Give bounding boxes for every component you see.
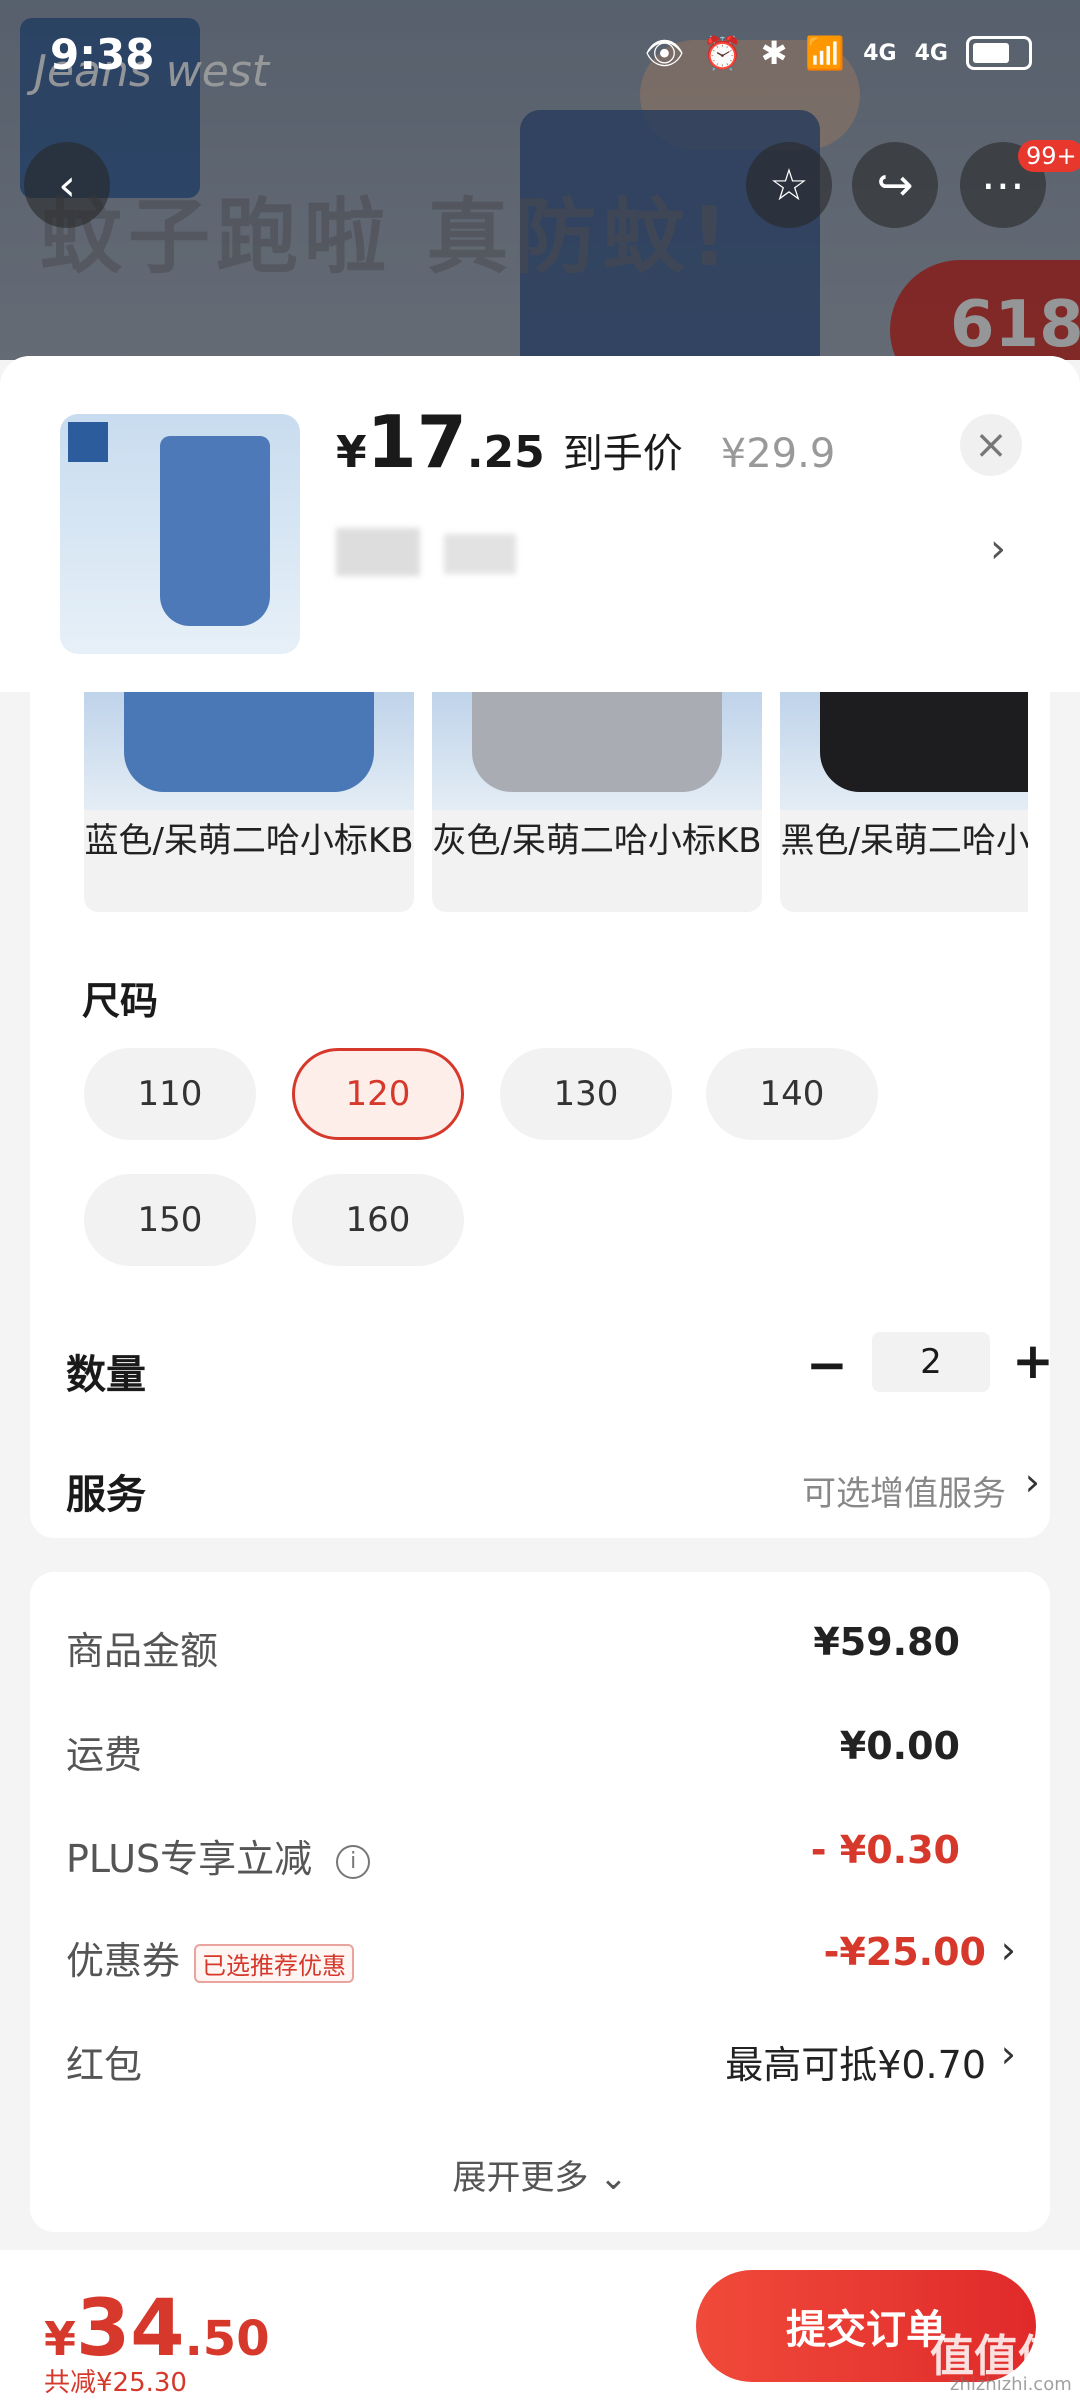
- color-swatch: [124, 692, 374, 792]
- more-icon: ⋯: [981, 159, 1025, 211]
- total-decimal: .50: [184, 2311, 270, 2367]
- service-row[interactable]: 服务 可选增值服务 ›: [66, 1452, 1046, 1522]
- selected-spec-blurred: [336, 528, 420, 576]
- goods-amount-label: 商品金额: [66, 1629, 219, 1673]
- chevron-down-icon: ⌄: [599, 2158, 628, 2198]
- color-option-image: [780, 692, 1028, 810]
- price-summary-card: 商品金额 ¥59.80 运费 ¥0.00 PLUS专享立减 i - ¥0.30 优…: [30, 1572, 1050, 2232]
- total-saved: 共减¥25.30: [44, 2368, 187, 2398]
- color-option-image: [432, 692, 762, 810]
- share-icon: ↪: [876, 159, 914, 211]
- coupon-row[interactable]: 优惠券 已选推荐优惠 -¥25.00 ›: [66, 1924, 1016, 1984]
- coupon-text: 优惠券: [66, 1939, 181, 1983]
- red-packet-value: 最高可抵¥0.70: [725, 2043, 986, 2087]
- status-bar: 9:38 👁 ⏰ ✱ 📶 4G 4G: [0, 0, 1080, 110]
- red-packet-label: 红包: [66, 2043, 143, 2087]
- star-icon: ☆: [769, 159, 809, 211]
- price-currency: ¥: [336, 427, 367, 478]
- more-badge: 99+: [1018, 140, 1080, 172]
- thumbnail-pants: [160, 436, 270, 626]
- alarm-icon: ⏰: [702, 34, 743, 72]
- price-line: ¥ 17 .25 到手价 ¥29.9: [336, 400, 835, 484]
- price-tag: 到手价: [562, 431, 683, 477]
- product-thumbnail[interactable]: [60, 414, 300, 654]
- status-time: 9:38: [50, 30, 155, 79]
- signal-4g-icon-2: 4G: [914, 40, 948, 66]
- info-icon[interactable]: i: [336, 1844, 371, 1879]
- thumbnail-logo: [68, 422, 108, 462]
- chevron-right-icon: ›: [1000, 1928, 1016, 1972]
- size-option-130[interactable]: 130: [500, 1048, 672, 1140]
- price-integer: 17: [366, 400, 467, 484]
- color-options[interactable]: 蓝色/呆萌二哈小标KB 灰色/呆萌二哈小标KB 黑色/呆萌二哈小标KB: [84, 692, 1028, 912]
- bluetooth-icon: ✱: [760, 34, 788, 72]
- price-decimal: .25: [466, 427, 545, 478]
- color-option-image: [84, 692, 414, 810]
- wifi-icon: 📶: [805, 34, 846, 72]
- color-swatch: [820, 692, 1028, 792]
- coupon-value: -¥25.00: [823, 1930, 986, 1974]
- expand-more-button[interactable]: 展开更多 ⌄: [30, 2150, 1050, 2199]
- color-option[interactable]: 灰色/呆萌二哈小标KB: [432, 692, 762, 912]
- watermark-url: zhizhizhi.com: [950, 2374, 1072, 2395]
- coupon-tag: 已选推荐优惠: [194, 1944, 355, 1983]
- red-packet-row[interactable]: 红包 最高可抵¥0.70 ›: [66, 2028, 1016, 2088]
- goods-amount-value: ¥59.80: [813, 1620, 960, 1664]
- original-price: ¥29.9: [720, 431, 836, 477]
- checkout-bar: ¥ 34 .50 共减¥25.30 提交订单: [0, 2250, 1080, 2400]
- color-option-label: 蓝色/呆萌二哈小标KB: [84, 821, 414, 861]
- plus-discount-row: PLUS专享立减 i - ¥0.30: [66, 1822, 1016, 1882]
- color-option[interactable]: 黑色/呆萌二哈小标KB: [780, 692, 1028, 912]
- plus-discount-label: PLUS专享立减 i: [66, 1828, 371, 1883]
- expand-more-label: 展开更多: [452, 2158, 589, 2198]
- back-button[interactable]: ‹: [24, 142, 110, 228]
- sheet-header: ¥ 17 .25 到手价 ¥29.9 × ›: [0, 356, 1080, 692]
- selected-spec-blurred-2: [444, 534, 516, 574]
- size-option-150[interactable]: 150: [84, 1174, 256, 1266]
- spec-card: 蓝色/呆萌二哈小标KB 灰色/呆萌二哈小标KB 黑色/呆萌二哈小标KB 尺码 1…: [30, 692, 1050, 1538]
- chevron-right-icon: ›: [1000, 2032, 1016, 2076]
- size-option-110[interactable]: 110: [84, 1048, 256, 1140]
- quantity-plus-button[interactable]: +: [1012, 1332, 1050, 1390]
- shipping-label: 运费: [66, 1733, 143, 1777]
- size-option-160[interactable]: 160: [292, 1174, 464, 1266]
- signal-4g-icon: 4G: [863, 40, 897, 66]
- quantity-input[interactable]: 2: [872, 1332, 990, 1392]
- chevron-right-icon: ›: [1024, 1460, 1040, 1504]
- battery-icon: [966, 36, 1032, 70]
- plus-discount-text: PLUS专享立减: [66, 1837, 313, 1881]
- close-icon: ×: [974, 422, 1008, 468]
- total-integer: 34: [76, 2284, 185, 2374]
- quantity-row: 数量 − 2 +: [66, 1332, 1050, 1402]
- size-option-140[interactable]: 140: [706, 1048, 878, 1140]
- shipping-value: ¥0.00: [839, 1724, 960, 1768]
- status-icons: 👁 ⏰ ✱ 📶 4G 4G: [644, 34, 1032, 72]
- total-currency: ¥: [44, 2312, 77, 2366]
- chevron-left-icon: ‹: [58, 159, 76, 211]
- close-button[interactable]: ×: [960, 414, 1022, 476]
- service-title: 服务: [66, 1472, 146, 1518]
- goods-amount-row: 商品金额 ¥59.80: [66, 1614, 1016, 1674]
- size-option-120[interactable]: 120: [292, 1048, 464, 1140]
- color-option-label: 灰色/呆萌二哈小标KB: [432, 821, 762, 861]
- coupon-label: 优惠券 已选推荐优惠: [66, 1930, 355, 1985]
- color-option-label: 黑色/呆萌二哈小标KB: [780, 821, 1028, 861]
- chevron-right-icon[interactable]: ›: [990, 526, 1006, 572]
- total-price: ¥ 34 .50: [44, 2284, 270, 2374]
- share-button[interactable]: ↪: [852, 142, 938, 228]
- service-hint: 可选增值服务: [802, 1474, 1006, 1514]
- size-title: 尺码: [82, 979, 159, 1023]
- color-swatch: [472, 692, 722, 792]
- color-option[interactable]: 蓝色/呆萌二哈小标KB: [84, 692, 414, 912]
- eye-icon: 👁: [644, 34, 685, 72]
- favorite-button[interactable]: ☆: [746, 142, 832, 228]
- shipping-row: 运费 ¥0.00: [66, 1718, 1016, 1778]
- sku-sheet: ¥ 17 .25 到手价 ¥29.9 × › 蓝色/呆萌二哈小标KB 灰色/呆萌…: [0, 356, 1080, 2400]
- quantity-title: 数量: [66, 1352, 146, 1398]
- plus-discount-value: - ¥0.30: [810, 1828, 960, 1872]
- quantity-minus-button[interactable]: −: [806, 1336, 848, 1394]
